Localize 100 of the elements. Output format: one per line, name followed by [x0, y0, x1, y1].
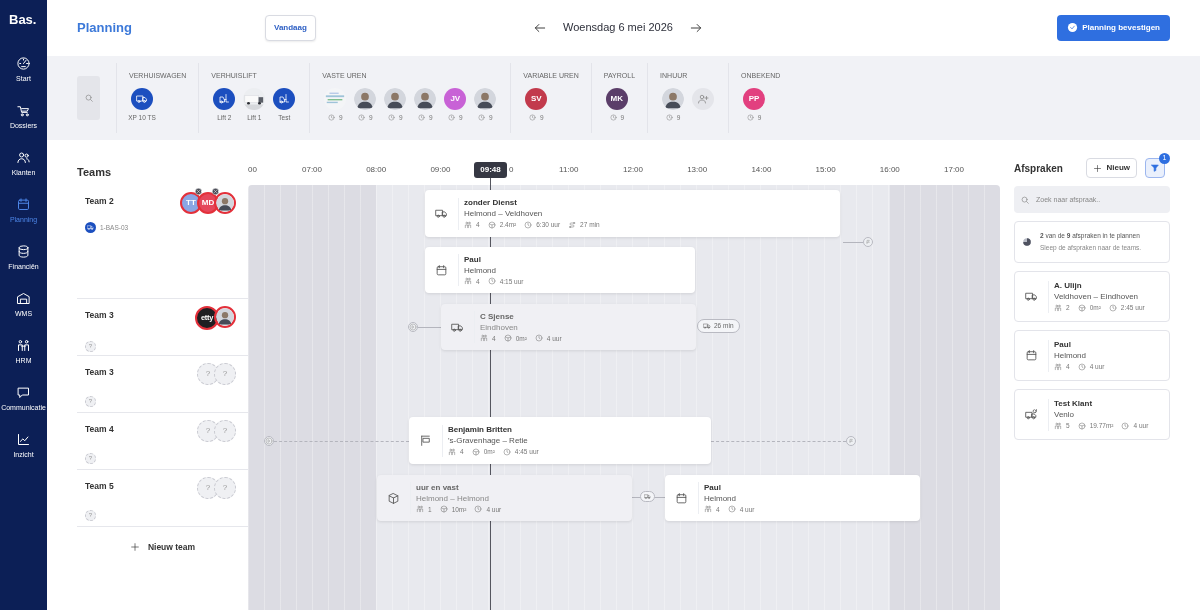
people-icon — [1054, 362, 1062, 371]
appointment-title: Test Klant — [1054, 399, 1093, 408]
new-button[interactable]: Nieuw — [1086, 158, 1137, 178]
hour-label: 07:00 — [302, 164, 322, 176]
start-marker — [409, 323, 417, 331]
hour-label: 11:00 — [559, 164, 579, 176]
avatar — [474, 87, 497, 110]
chat-icon — [16, 385, 31, 401]
date-label: Woensdag 6 mei 2026 — [563, 20, 673, 36]
hour-label: 09:00 — [430, 164, 451, 176]
add-person-button[interactable] — [692, 87, 715, 110]
clock-icon — [609, 113, 617, 121]
cart-icon — [16, 103, 31, 119]
appointment-route: Helmond — [704, 493, 736, 503]
truck-icon — [703, 321, 711, 330]
people-icon — [480, 334, 488, 342]
people-icon — [704, 505, 712, 513]
confirm-planning-button[interactable]: Planning bevestigen — [1057, 14, 1170, 41]
forklift-icon — [278, 92, 291, 105]
filter-icon — [1150, 163, 1160, 173]
empty-slot: ? — [214, 477, 236, 499]
forklift-icon — [218, 92, 231, 105]
filter-button[interactable] — [1145, 158, 1165, 178]
appointment-route: Helmond – Veldhoven — [464, 209, 543, 218]
appointment-title: uur en vast — [416, 482, 459, 492]
clock-icon — [524, 220, 533, 229]
search-icon — [83, 93, 94, 104]
empty-slot: ? — [214, 363, 236, 385]
coins-icon — [16, 244, 31, 260]
clock-icon — [478, 113, 485, 121]
people-icon — [464, 220, 472, 229]
clock-icon — [502, 447, 511, 456]
clock-icon — [665, 113, 673, 121]
check-icon — [1067, 22, 1079, 34]
cube-icon — [471, 447, 480, 456]
hour-label: 16:00 — [879, 164, 900, 176]
plus-icon — [129, 542, 140, 553]
clock-icon — [388, 113, 395, 121]
avatar — [384, 87, 407, 110]
cube-icon — [1077, 421, 1086, 430]
today-button[interactable]: Vandaag — [265, 14, 316, 41]
appointment-route: 's-Gravenhage – Retie — [448, 436, 528, 445]
clock-icon — [529, 113, 536, 121]
hour-label: 08:00 — [366, 164, 387, 176]
cube-icon — [503, 334, 512, 342]
appointment-title: Paul — [1054, 340, 1071, 349]
clock-icon — [727, 505, 736, 513]
avatar — [662, 87, 685, 110]
clock-icon — [1121, 421, 1130, 430]
hour-label: 13:00 — [687, 164, 708, 176]
clock-icon — [1077, 362, 1086, 371]
flag-icon — [419, 434, 432, 447]
avatar — [354, 87, 377, 110]
panel-title: Afspraken — [1014, 161, 1063, 176]
truck-icon — [644, 493, 651, 500]
team-name: Team 3 — [85, 309, 114, 322]
appointment-title: Benjamin Britten — [448, 425, 512, 434]
empty-slot: ? — [214, 420, 236, 442]
new-team-button[interactable]: Nieuw team — [129, 541, 196, 554]
warehouse-icon — [16, 291, 31, 307]
team-name: Team 4 — [85, 423, 114, 436]
clock-icon — [358, 113, 365, 121]
calendar-icon — [16, 197, 31, 213]
team-icon — [16, 338, 31, 354]
appointment-title: Paul — [704, 482, 721, 492]
appointment-route: Helmond — [1054, 351, 1086, 360]
start-marker — [265, 437, 273, 445]
hour-label: 17:00 — [944, 164, 964, 176]
end-marker — [847, 437, 855, 445]
end-marker — [864, 238, 872, 246]
appointment-title: C Sjense — [480, 311, 514, 321]
cube-icon — [439, 505, 448, 513]
people-icon — [416, 505, 424, 513]
appointment-title: A. Ulijn — [1054, 281, 1082, 290]
calendar-icon — [1025, 349, 1038, 362]
current-time-label: 09:48 — [474, 162, 507, 178]
hour-label: 12:00 — [623, 164, 643, 176]
route-icon — [568, 220, 577, 229]
appointment-route: Veldhoven – Eindhoven — [1054, 292, 1139, 301]
people-icon — [1054, 421, 1062, 430]
team-name: Team 5 — [85, 480, 114, 493]
chart-icon — [16, 432, 31, 448]
appointment-title: zonder Dienst — [464, 198, 517, 207]
cube-icon — [487, 220, 496, 229]
appointment-route: Venlo — [1054, 410, 1075, 419]
appointment-route: Eindhoven — [480, 322, 518, 332]
search-icon — [1020, 194, 1030, 205]
avatar: PP — [743, 87, 766, 110]
people-icon — [464, 277, 472, 285]
people-icon — [1054, 303, 1062, 312]
user-plus-icon — [697, 92, 710, 105]
team-name: Team 3 — [85, 366, 114, 379]
calendar-icon — [675, 491, 688, 505]
appointment-title: Paul — [464, 254, 481, 264]
page-title: Planning — [77, 19, 132, 35]
appointment-route: Helmond — [464, 265, 496, 275]
cube-icon — [1077, 303, 1086, 312]
hour-label: 00 — [248, 164, 257, 176]
clock-icon — [474, 505, 483, 513]
truck-icon — [136, 92, 148, 105]
